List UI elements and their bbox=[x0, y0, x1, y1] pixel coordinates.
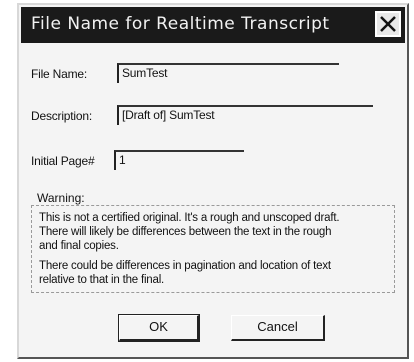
warning-line-3: and final copies. bbox=[39, 240, 119, 252]
cancel-button[interactable]: Cancel bbox=[231, 315, 325, 341]
realtime-transcript-dialog: File Name for Realtime Transcript File N… bbox=[17, 3, 409, 359]
dialog-title: File Name for Realtime Transcript bbox=[31, 14, 330, 34]
warning-line-5: relative to that in the final. bbox=[39, 274, 165, 286]
warning-line-4: There could be differences in pagination… bbox=[39, 260, 331, 272]
close-icon bbox=[377, 13, 399, 35]
file-name-field[interactable]: SumTest bbox=[117, 63, 339, 83]
title-bar[interactable]: File Name for Realtime Transcript bbox=[21, 7, 405, 43]
description-label: Description: bbox=[31, 109, 92, 123]
initial-page-label: Initial Page# bbox=[31, 154, 95, 168]
file-name-label: File Name: bbox=[31, 67, 88, 81]
close-button[interactable] bbox=[375, 11, 401, 37]
warning-line-1: This is not a certified original. It's a… bbox=[39, 212, 340, 224]
initial-page-field[interactable]: 1 bbox=[114, 150, 244, 170]
warning-line-2: There will likely be differences between… bbox=[39, 226, 332, 238]
ok-button[interactable]: OK bbox=[118, 314, 200, 342]
warning-legend: Warning: bbox=[35, 191, 87, 205]
description-field[interactable]: [Draft of] SumTest bbox=[117, 105, 373, 125]
